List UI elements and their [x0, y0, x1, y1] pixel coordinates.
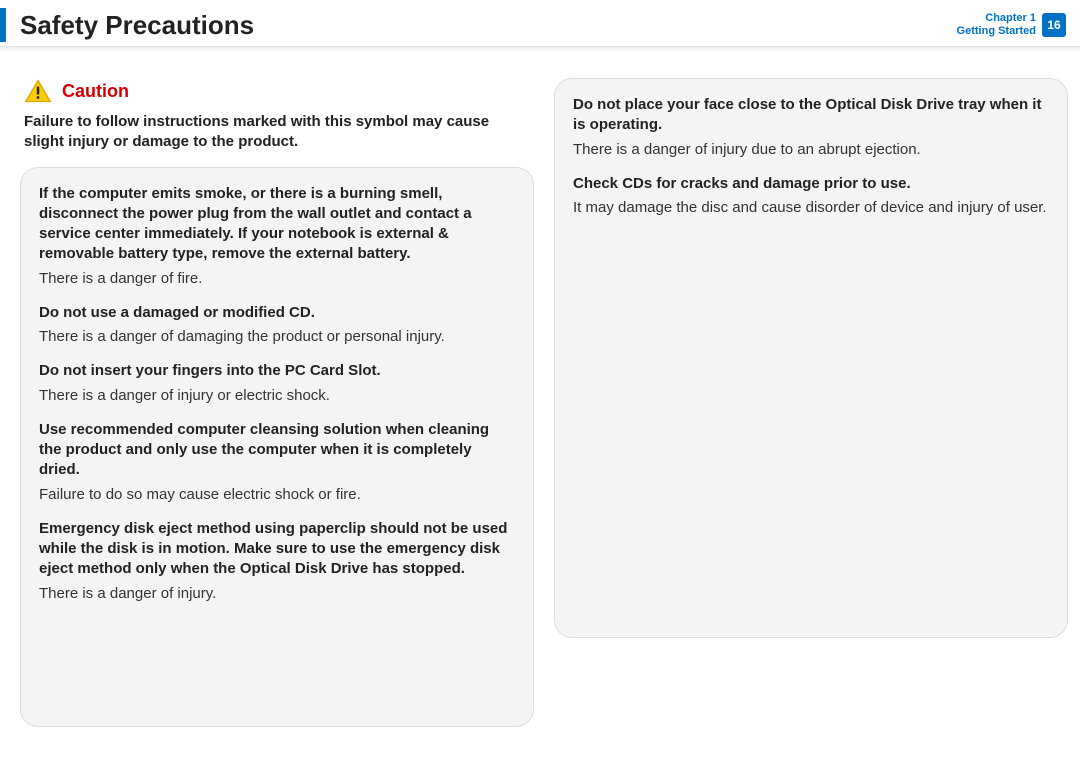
right-column: Do not place your face close to the Opti… [554, 78, 1068, 727]
item-heading: Emergency disk eject method using paperc… [39, 519, 515, 580]
item-body: There is a danger of injury or electric … [39, 386, 515, 406]
header-accent [0, 8, 6, 42]
caution-heading: Caution [24, 78, 534, 104]
content-columns: Caution Failure to follow instructions m… [0, 52, 1080, 737]
item-heading: Check CDs for cracks and damage prior to… [573, 174, 1049, 194]
item-body: There is a danger of fire. [39, 269, 515, 289]
right-panel: Do not place your face close to the Opti… [554, 78, 1068, 638]
item-heading: Do not insert your fingers into the PC C… [39, 361, 515, 381]
warning-triangle-icon [24, 78, 52, 104]
item-body: It may damage the disc and cause disorde… [573, 198, 1049, 218]
page-title: Safety Precautions [20, 10, 957, 41]
page-root: Safety Precautions Chapter 1 Getting Sta… [0, 0, 1080, 766]
chapter-line1: Chapter 1 [957, 12, 1036, 25]
caution-label: Caution [62, 81, 129, 102]
list-item: Check CDs for cracks and damage prior to… [573, 174, 1049, 219]
item-heading: Do not use a damaged or modified CD. [39, 303, 515, 323]
item-body: There is a danger of injury due to an ab… [573, 140, 1049, 160]
caution-intro: Failure to follow instructions marked wi… [24, 112, 532, 153]
list-item: Do not insert your fingers into the PC C… [39, 361, 515, 406]
chapter-line2: Getting Started [957, 25, 1036, 38]
page-header: Safety Precautions Chapter 1 Getting Sta… [0, 0, 1080, 46]
list-item: Do not use a damaged or modified CD. The… [39, 303, 515, 348]
item-heading: Do not place your face close to the Opti… [573, 95, 1049, 136]
list-item: Do not place your face close to the Opti… [573, 95, 1049, 160]
item-body: There is a danger of injury. [39, 584, 515, 604]
list-item: If the computer emits smoke, or there is… [39, 184, 515, 289]
item-body: Failure to do so may cause electric shoc… [39, 485, 515, 505]
list-item: Use recommended computer cleansing solut… [39, 420, 515, 505]
list-item: Emergency disk eject method using paperc… [39, 519, 515, 604]
left-column: Caution Failure to follow instructions m… [20, 78, 534, 727]
page-number: 16 [1042, 13, 1066, 37]
item-heading: If the computer emits smoke, or there is… [39, 184, 515, 265]
chapter-block: Chapter 1 Getting Started [957, 12, 1036, 38]
left-panel: If the computer emits smoke, or there is… [20, 167, 534, 727]
item-heading: Use recommended computer cleansing solut… [39, 420, 515, 481]
item-body: There is a danger of damaging the produc… [39, 327, 515, 347]
